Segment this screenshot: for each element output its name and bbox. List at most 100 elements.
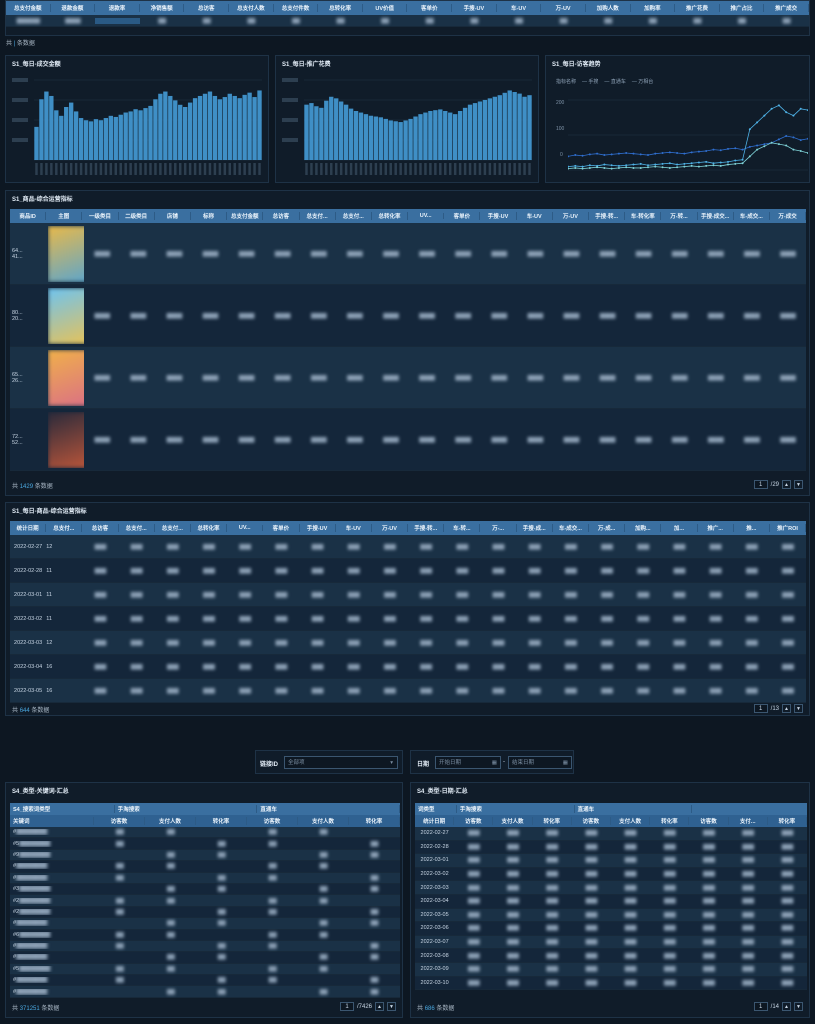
chart-bar[interactable]	[83, 120, 89, 160]
kw-sub-header[interactable]: 关键词	[10, 817, 94, 825]
chart-bar[interactable]	[462, 107, 468, 160]
summary-col-header[interactable]: 总支付件数	[274, 4, 319, 12]
series-point[interactable]	[676, 152, 679, 154]
series-point[interactable]	[610, 164, 613, 167]
series-point[interactable]	[705, 149, 708, 152]
series-point[interactable]	[697, 161, 700, 164]
series-point[interactable]	[785, 144, 788, 147]
summary-col-header[interactable]: 推广花费	[675, 4, 720, 12]
table-row[interactable]: 2022-03-06 ███ ███ ███ ███ ███ ███ ███ ███ ███	[415, 922, 807, 936]
summary-col-header[interactable]: 总转化率	[318, 4, 363, 12]
series-point[interactable]	[748, 155, 751, 158]
chart-bar[interactable]	[492, 96, 498, 160]
chart-bar[interactable]	[467, 104, 473, 160]
series-point[interactable]	[625, 166, 628, 169]
series-point[interactable]	[603, 163, 606, 166]
daily-col-header[interactable]: 万-成...	[589, 524, 626, 532]
chart-bar[interactable]	[512, 92, 517, 160]
chart-bar[interactable]	[178, 104, 183, 160]
chart-bar[interactable]	[472, 103, 478, 160]
date-sub-header[interactable]: 访客数	[572, 817, 612, 825]
series-point[interactable]	[770, 107, 773, 110]
summary-col-header[interactable]: 退款金额	[51, 4, 96, 12]
summary-col-header[interactable]: 推广占比	[720, 4, 765, 12]
table-row[interactable]: 80... 20... ████ ████ ████ ████ ████ ████ ████ █…	[10, 285, 806, 347]
page-up-icon[interactable]: ▲	[782, 480, 791, 489]
daily-col-header[interactable]: 总转化率	[191, 524, 228, 532]
series-point[interactable]	[756, 144, 759, 147]
table-row[interactable]: 2022-03-05 ███ ███ ███ ███ ███ ███ ███ ███ ███	[415, 908, 807, 923]
table-row[interactable]: 2022-03-04 16 ███ ███ ███ ███ ███ ███ ███ ███ ███ █…	[10, 655, 806, 679]
series-point[interactable]	[654, 163, 657, 166]
chart-bar[interactable]	[138, 110, 143, 160]
daily-col-header[interactable]: 推广...	[698, 524, 734, 532]
series-point[interactable]	[683, 162, 686, 165]
series-point[interactable]	[727, 163, 729, 166]
date-sub-header[interactable]: 转化率	[650, 817, 690, 825]
chart-bar[interactable]	[59, 115, 64, 160]
summary-col-header[interactable]: 总支付人数	[229, 4, 274, 12]
series-point[interactable]	[676, 163, 679, 166]
series-point[interactable]	[654, 165, 657, 168]
series-point[interactable]	[596, 152, 599, 155]
date-sub-header[interactable]: 转化率	[768, 817, 808, 825]
series-point[interactable]	[792, 148, 795, 151]
chart-legend[interactable]: 指标名称 — 手搜 — 直通车 — 万相台	[556, 78, 653, 85]
date-sub-header[interactable]: 访客数	[689, 817, 729, 825]
table-row[interactable]: 2022-02-28 11 ███ ███ ███ ███ ███ ███ ███ ███ ███ █…	[10, 559, 806, 583]
chart-bar[interactable]	[168, 95, 173, 160]
chart-bar[interactable]	[368, 115, 374, 160]
table-row[interactable]: 2022-02-27 12 ███ ███ ███ ███ ███ ███ ███ ███ ███ █…	[10, 535, 806, 559]
chart-bar[interactable]	[358, 112, 364, 160]
series-point[interactable]	[661, 152, 664, 154]
series-point[interactable]	[777, 104, 780, 107]
goods-col-header[interactable]: 二级类目	[119, 212, 155, 220]
series-point[interactable]	[807, 152, 808, 154]
table-row[interactable]: 2022-02-27 ███ ███ ███ ███ ███ ███ ███ ███ ███	[415, 827, 807, 841]
chart-bar[interactable]	[123, 112, 128, 160]
chart-bar[interactable]	[98, 120, 104, 160]
chart-bar[interactable]	[202, 93, 208, 160]
chart-bar[interactable]	[148, 105, 153, 160]
chart-bar[interactable]	[487, 98, 493, 160]
page-up-icon[interactable]: ▲	[375, 1002, 384, 1011]
goods-col-header[interactable]: 标称	[191, 212, 228, 220]
daily-col-header[interactable]: 总支付...	[119, 524, 155, 532]
series-point[interactable]	[690, 151, 693, 154]
chart-bar[interactable]	[309, 103, 314, 160]
table-row[interactable]: #████████ ██ ██ ██ ██	[10, 918, 400, 930]
goods-col-header[interactable]: 总支付...	[300, 212, 336, 220]
series-point[interactable]	[603, 166, 606, 169]
chart-bar[interactable]	[388, 120, 393, 160]
goods-page-input[interactable]: 1	[753, 480, 768, 489]
series-point[interactable]	[799, 139, 802, 142]
chart-bar[interactable]	[103, 118, 109, 160]
series-point[interactable]	[625, 152, 628, 154]
series-point[interactable]	[792, 136, 795, 139]
series-point[interactable]	[610, 153, 613, 156]
chart-bar[interactable]	[207, 91, 213, 160]
daily-col-header[interactable]: UV...	[227, 525, 264, 531]
series-point[interactable]	[668, 166, 671, 169]
series-point[interactable]	[734, 147, 737, 150]
chart-bar[interactable]	[324, 100, 329, 160]
daily-col-header[interactable]: 车-UV	[336, 524, 372, 532]
table-row[interactable]: #6████████ ██ ██ ██ ██	[10, 929, 400, 941]
goods-col-header[interactable]: 手搜-成交...	[698, 212, 734, 220]
series-point[interactable]	[807, 109, 808, 112]
table-row[interactable]: #████████ ██ ██ ██ ██	[10, 952, 400, 964]
series-point[interactable]	[785, 111, 788, 114]
chart-bar[interactable]	[113, 116, 118, 160]
series-point[interactable]	[719, 161, 722, 164]
table-row[interactable]: #████████ ██ ██ ██ ██	[10, 940, 400, 953]
series-point[interactable]	[712, 162, 715, 165]
table-row[interactable]: 2022-03-02 ███ ███ ███ ███ ███ ███ ███ ███ ███	[415, 867, 807, 882]
series-point[interactable]	[639, 162, 642, 165]
daily-col-header[interactable]: 万-...	[480, 524, 517, 532]
chart-bar[interactable]	[93, 119, 99, 160]
goods-col-header[interactable]: 总访客	[263, 212, 300, 220]
series-point[interactable]	[727, 147, 729, 150]
series-point[interactable]	[763, 145, 766, 148]
chart-bar[interactable]	[418, 114, 423, 160]
daily-col-header[interactable]: 总支付...	[155, 524, 191, 532]
